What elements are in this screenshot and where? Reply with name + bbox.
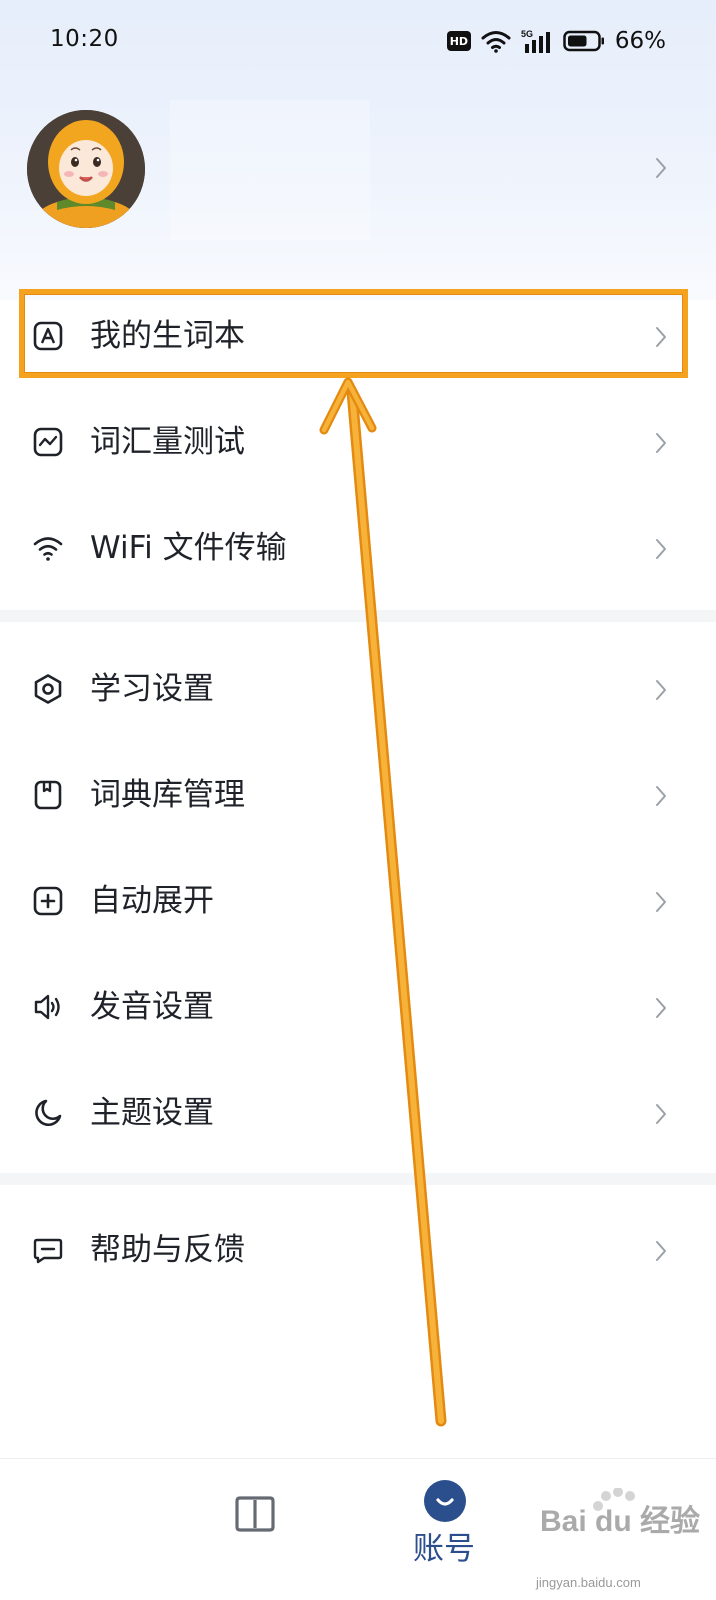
book-icon — [235, 1496, 275, 1532]
annotation-arrow — [319, 377, 447, 1427]
nav-tab-label: 账号 — [413, 1531, 475, 1567]
nav-tab-book[interactable] — [200, 1459, 310, 1600]
watermark-url: jingyan.baidu.com — [536, 1575, 641, 1590]
watermark-brand: Bai du 经验 — [540, 1505, 701, 1538]
account-face-icon — [424, 1480, 466, 1522]
nav-tab-account[interactable]: 账号 — [395, 1459, 505, 1600]
